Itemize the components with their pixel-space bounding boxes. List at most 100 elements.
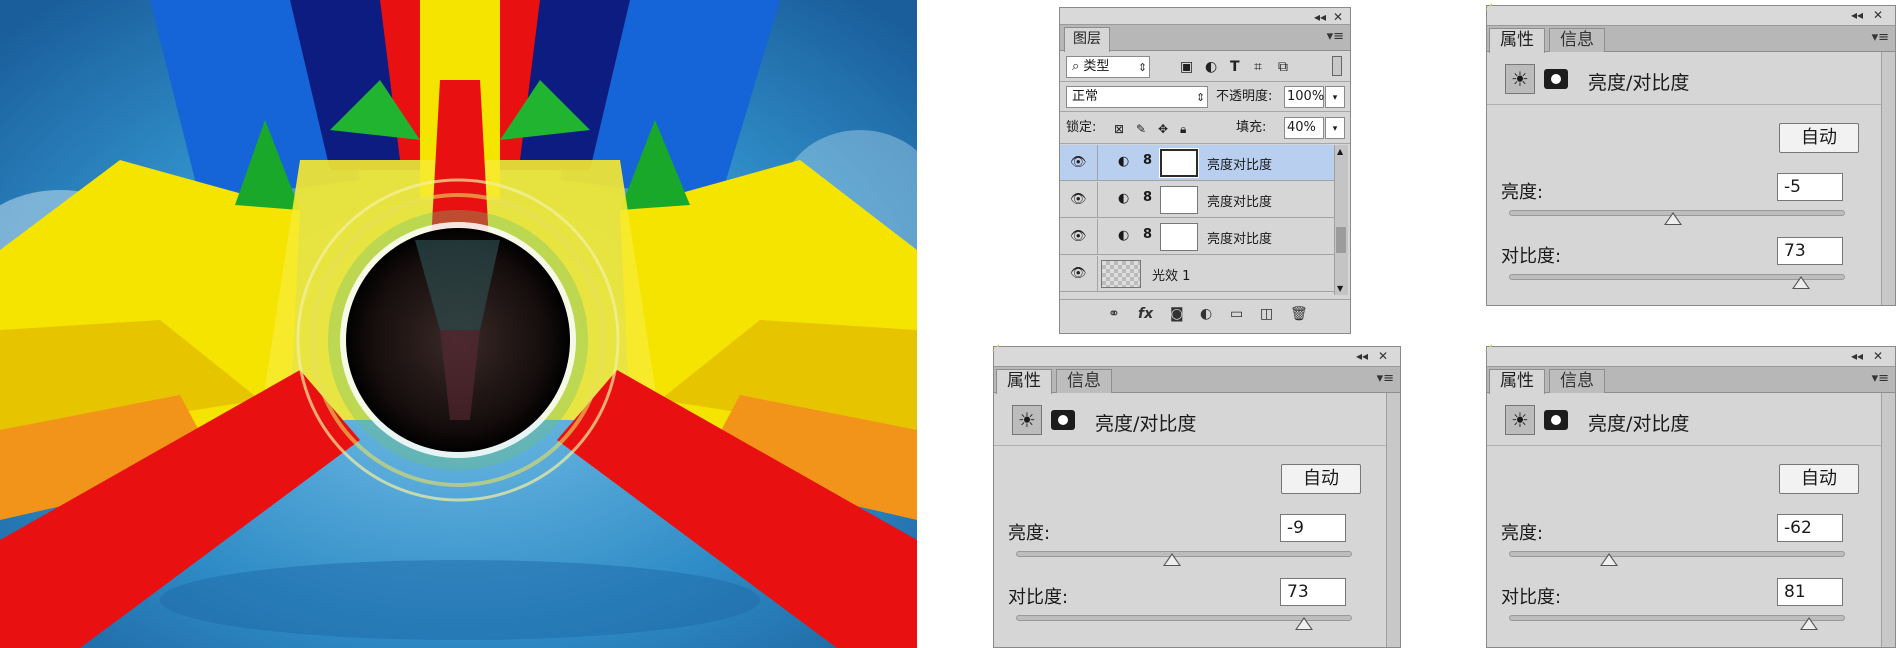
collapse-icon[interactable]: ◂◂	[1851, 7, 1863, 23]
divider	[1097, 256, 1098, 291]
brightness-label: 亮度:	[1501, 523, 1544, 544]
collapse-icon[interactable]: ◂◂	[1356, 348, 1368, 364]
tab-layers[interactable]: 图层	[1064, 27, 1110, 52]
adjustment-filter-icon[interactable]: ◐	[1205, 58, 1217, 76]
close-icon[interactable]: ✕	[1378, 348, 1388, 364]
chain-link-icon[interactable]: 8	[1143, 190, 1152, 205]
brightness-sun-icon: ☀	[1505, 405, 1535, 435]
new-layer-icon[interactable]: ◫	[1260, 306, 1273, 322]
opacity-dropdown-button[interactable]: ▾	[1325, 86, 1345, 108]
link-layers-icon[interactable]: ⚭	[1108, 306, 1120, 322]
chevron-updown-icon: ⇕	[1196, 91, 1206, 104]
brightness-input[interactable]: -9	[1280, 514, 1346, 542]
panel-top-bar: ◂◂ ✕	[1487, 347, 1895, 367]
contrast-input[interactable]: 73	[1280, 578, 1346, 606]
properties-panel: ◢ ◂◂ ✕ 属性 信息 ▾≡ ☀ 亮度/对比度 自动 亮度: -62 对比度:…	[1485, 343, 1896, 648]
tab-properties[interactable]: 属性	[1489, 369, 1545, 394]
layer-row[interactable]: 👁︎ ◐ 8 亮度对比度	[1060, 219, 1334, 255]
close-icon[interactable]: ✕	[1333, 9, 1343, 25]
collapse-icon[interactable]: ◂◂	[1851, 348, 1863, 364]
layer-mask-icon[interactable]	[1544, 410, 1568, 430]
eye-icon[interactable]: 👁︎	[1070, 266, 1087, 281]
properties-scrollbar[interactable]	[1881, 393, 1895, 647]
chain-link-icon[interactable]: 8	[1143, 153, 1152, 168]
brightness-slider-track[interactable]	[1509, 551, 1845, 557]
close-icon[interactable]: ✕	[1873, 7, 1883, 23]
close-icon[interactable]: ✕	[1873, 348, 1883, 364]
layers-tab-row: 图层 ▾≡	[1060, 25, 1350, 52]
chain-link-icon[interactable]: 8	[1143, 227, 1152, 242]
add-mask-icon[interactable]: ◙	[1170, 306, 1184, 322]
layer-mask-icon[interactable]	[1544, 69, 1568, 89]
lock-image-brush-icon[interactable]: ✎	[1136, 120, 1146, 138]
contrast-slider-thumb[interactable]	[1792, 276, 1810, 289]
scroll-down-icon[interactable]: ▼	[1337, 284, 1343, 293]
properties-tab-row: 属性 信息 ▾≡	[1487, 367, 1895, 394]
properties-scrollbar[interactable]	[1881, 52, 1895, 305]
fill-dropdown-button[interactable]: ▾	[1325, 117, 1345, 139]
lock-position-move-icon[interactable]: ✥	[1158, 120, 1168, 138]
collapse-icon[interactable]: ◂◂	[1314, 9, 1326, 25]
brightness-slider-thumb[interactable]	[1163, 553, 1181, 566]
tab-info[interactable]: 信息	[1549, 369, 1605, 393]
auto-button[interactable]: 自动	[1779, 123, 1859, 153]
tab-properties[interactable]: 属性	[996, 369, 1052, 394]
trash-icon[interactable]: 🗑︎	[1290, 306, 1308, 322]
layer-row[interactable]: 👁︎ ◐ 8 亮度对比度	[1060, 145, 1334, 181]
lock-all-padlock-icon[interactable]: 🔒︎	[1180, 120, 1186, 138]
layer-mask-thumbnail[interactable]	[1160, 186, 1198, 214]
layer-mask-icon[interactable]	[1051, 410, 1075, 430]
filter-toggle-switch[interactable]	[1332, 56, 1342, 76]
properties-scrollbar[interactable]	[1386, 393, 1400, 647]
layer-thumbnail[interactable]	[1101, 260, 1141, 288]
tab-info[interactable]: 信息	[1056, 369, 1112, 393]
fx-icon[interactable]: fx	[1138, 306, 1153, 322]
contrast-input[interactable]: 73	[1777, 237, 1843, 265]
opacity-input[interactable]: 100%	[1284, 86, 1324, 108]
blend-mode-select[interactable]: 正常	[1066, 86, 1208, 108]
lock-transparent-icon[interactable]: ⊠	[1114, 120, 1124, 138]
layer-mask-thumbnail[interactable]	[1159, 148, 1199, 178]
brightness-slider-track[interactable]	[1016, 551, 1352, 557]
new-adjustment-icon[interactable]: ◐	[1200, 306, 1212, 322]
eye-icon[interactable]: 👁︎	[1070, 229, 1087, 244]
eye-icon[interactable]: 👁︎	[1070, 192, 1087, 207]
brightness-input[interactable]: -62	[1777, 514, 1843, 542]
pixel-filter-icon[interactable]: ▣	[1180, 58, 1193, 76]
brightness-input[interactable]: -5	[1777, 173, 1843, 201]
divider	[1097, 182, 1098, 217]
brightness-label: 亮度:	[1008, 523, 1051, 544]
scrollbar-thumb[interactable]	[1336, 227, 1346, 253]
layers-scrollbar[interactable]: ▲ ▼	[1334, 145, 1348, 295]
panel-menu-icon[interactable]: ▾≡	[1377, 371, 1394, 386]
scroll-up-icon[interactable]: ▲	[1337, 147, 1343, 156]
shape-filter-icon[interactable]: ⌗	[1254, 58, 1262, 76]
panel-top-bar: ◂◂ ✕	[994, 347, 1400, 367]
auto-button[interactable]: 自动	[1779, 464, 1859, 494]
layer-row[interactable]: 👁︎ 光效 1	[1060, 256, 1334, 292]
panel-menu-icon[interactable]: ▾≡	[1872, 30, 1889, 45]
eye-icon[interactable]: 👁︎	[1070, 155, 1087, 170]
panel-menu-icon[interactable]: ▾≡	[1327, 29, 1344, 44]
folder-icon[interactable]: ▭	[1230, 306, 1243, 322]
contrast-input[interactable]: 81	[1777, 578, 1843, 606]
panel-menu-icon[interactable]: ▾≡	[1872, 371, 1889, 386]
brightness-slider-thumb[interactable]	[1600, 553, 1618, 566]
panel-title: 亮度/对比度	[1588, 72, 1690, 94]
contrast-slider-track[interactable]	[1509, 615, 1845, 621]
fill-input[interactable]: 40%	[1284, 117, 1324, 139]
tab-info[interactable]: 信息	[1549, 28, 1605, 52]
layer-row[interactable]: 👁︎ ◐ 8 亮度对比度	[1060, 182, 1334, 218]
contrast-slider-thumb[interactable]	[1295, 617, 1313, 630]
layer-mask-thumbnail[interactable]	[1160, 223, 1198, 251]
smart-object-filter-icon[interactable]: ⧉	[1278, 58, 1288, 76]
type-filter-icon[interactable]: T	[1230, 58, 1240, 76]
divider	[1097, 145, 1098, 180]
layer-name: 亮度对比度	[1207, 158, 1273, 173]
brightness-sun-icon: ☀	[1012, 405, 1042, 435]
brightness-slider-thumb[interactable]	[1664, 212, 1682, 225]
auto-button[interactable]: 自动	[1281, 464, 1361, 494]
tab-properties[interactable]: 属性	[1489, 28, 1545, 53]
divider	[994, 445, 1400, 446]
contrast-slider-thumb[interactable]	[1800, 617, 1818, 630]
